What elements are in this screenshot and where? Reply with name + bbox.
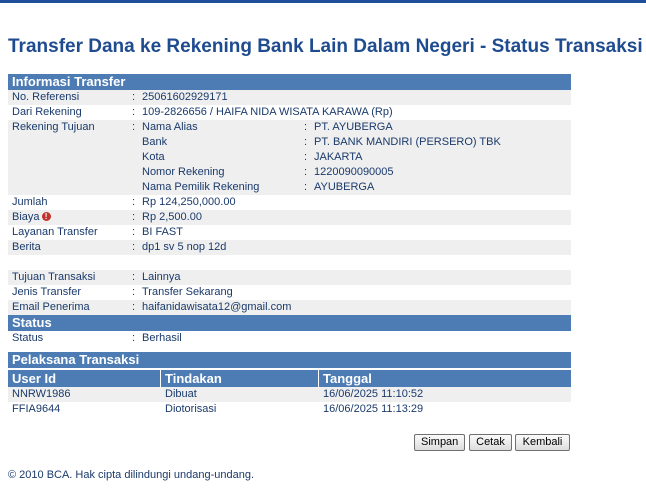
colon: : [132,286,136,298]
section-header-pelaksana-transaksi: Pelaksana Transaksi [8,352,571,368]
row-jumlah: Jumlah : Rp 124,250,000.00 [8,195,571,210]
sub-field-value: PT. BANK MANDIRI (PERSERO) TBK [314,136,501,148]
row-layanan-transfer: Layanan Transfer : BI FAST [8,225,571,240]
field-label: Tujuan Transaksi [12,271,96,283]
field-label: Biaya [12,211,40,223]
field-value: Lainnya [142,271,181,283]
colon: : [132,91,136,103]
field-label: Dari Rekening [12,106,82,118]
row-rekening-tujuan-pemilik: Nama Pemilik Rekening : AYUBERGA [8,180,571,195]
field-value: Rp 2,500.00 [142,211,202,223]
cell-tindakan: Diotorisasi [165,403,217,415]
table-row: NNRW1986 Dibuat 16/06/2025 11:10:52 [8,387,571,402]
row-email-penerima: Email Penerima : haifanidawisata12@gmail… [8,300,571,315]
colon: : [132,241,136,253]
table-row: FFIA9644 Diotorisasi 16/06/2025 11:13:29 [8,402,571,417]
sub-field-label: Kota [142,151,165,163]
colon: : [132,211,136,223]
colon: : [132,121,136,133]
field-label-wrap: Biaya! [12,210,51,225]
row-jenis-transfer: Jenis Transfer : Transfer Sekarang [8,285,571,300]
sub-field-label: Nama Alias [142,121,198,133]
colon: : [132,106,136,118]
status-value: Berhasil [142,332,182,344]
colon: : [304,181,308,193]
colon: : [304,166,308,178]
row-rekening-tujuan-kota: Kota : JAKARTA [8,150,571,165]
top-accent-bar [0,0,646,3]
sub-field-value: PT. AYUBERGA [314,121,393,133]
row-berita: Berita : dp1 sv 5 nop 12d [8,240,571,255]
info-icon[interactable]: ! [41,212,51,221]
row-biaya: Biaya! : Rp 2,500.00 [8,210,571,225]
field-value: BI FAST [142,226,183,238]
field-label: Berita [12,241,41,253]
cell-user-id: NNRW1986 [12,388,71,400]
field-value: Rp 124,250,000.00 [142,196,236,208]
row-rekening-tujuan-bank: Bank : PT. BANK MANDIRI (PERSERO) TBK [8,135,571,150]
cell-tanggal: 16/06/2025 11:10:52 [323,388,424,400]
page-title: Transfer Dana ke Rekening Bank Lain Dala… [8,36,643,57]
print-button[interactable]: Cetak [469,434,512,451]
row-dari-rekening: Dari Rekening : 109-2826656 / HAIFA NIDA… [8,105,571,120]
field-label: Jenis Transfer [12,286,82,298]
field-label: Layanan Transfer [12,226,98,238]
field-label: Status [12,332,44,344]
column-header-tindakan: Tindakan [165,371,222,386]
row-rekening-tujuan-alias: Rekening Tujuan : Nama Alias : PT. AYUBE… [8,120,571,135]
colon: : [132,301,136,313]
cell-tindakan: Dibuat [165,388,197,400]
column-header-user-id: User Id [12,371,57,386]
colon: : [132,332,136,344]
sub-field-label: Bank [142,136,168,148]
colon: : [132,226,136,238]
sub-field-label: Nomor Rekening [142,166,225,178]
executor-table-header: User Id Tindakan Tanggal [8,370,571,387]
colon: : [132,271,136,283]
cell-user-id: FFIA9644 [12,403,61,415]
colon: : [304,121,308,133]
field-value: 109-2826656 / HAIFA NIDA WISATA KARAWA (… [142,106,393,118]
row-no-referensi: No. Referensi : 25061602929171 [8,90,571,105]
field-label: No. Referensi [12,91,80,103]
colon: : [304,151,308,163]
save-button[interactable]: Simpan [414,434,465,451]
field-value: Transfer Sekarang [142,286,233,298]
sub-field-value: JAKARTA [314,151,363,163]
field-label: Rekening Tujuan [12,121,95,133]
colon: : [304,136,308,148]
sub-field-value: 1220090090005 [314,166,394,178]
colon: : [132,196,136,208]
row-status: Status : Berhasil [8,331,571,346]
executor-panel: Pelaksana Transaksi User Id Tindakan Tan… [8,352,571,417]
copyright-footer: © 2010 BCA. Hak cipta dilindungi undang-… [8,469,254,481]
transfer-info-panel: Informasi Transfer No. Referensi : 25061… [8,74,571,346]
section-header-informasi-transfer: Informasi Transfer [8,74,571,90]
spacer-row [8,255,571,270]
field-value: dp1 sv 5 nop 12d [142,241,227,253]
field-value: 25061602929171 [142,91,228,103]
row-rekening-tujuan-nomor: Nomor Rekening : 1220090090005 [8,165,571,180]
field-label: Email Penerima [12,301,90,313]
section-header-status: Status [8,315,571,331]
back-button[interactable]: Kembali [515,434,570,451]
field-label: Jumlah [12,196,48,208]
field-value: haifanidawisata12@gmail.com [142,301,292,313]
column-header-tanggal: Tanggal [323,371,372,386]
sub-field-value: AYUBERGA [314,181,375,193]
row-tujuan-transaksi: Tujuan Transaksi : Lainnya [8,270,571,285]
sub-field-label: Nama Pemilik Rekening [142,181,260,193]
cell-tanggal: 16/06/2025 11:13:29 [323,403,424,415]
